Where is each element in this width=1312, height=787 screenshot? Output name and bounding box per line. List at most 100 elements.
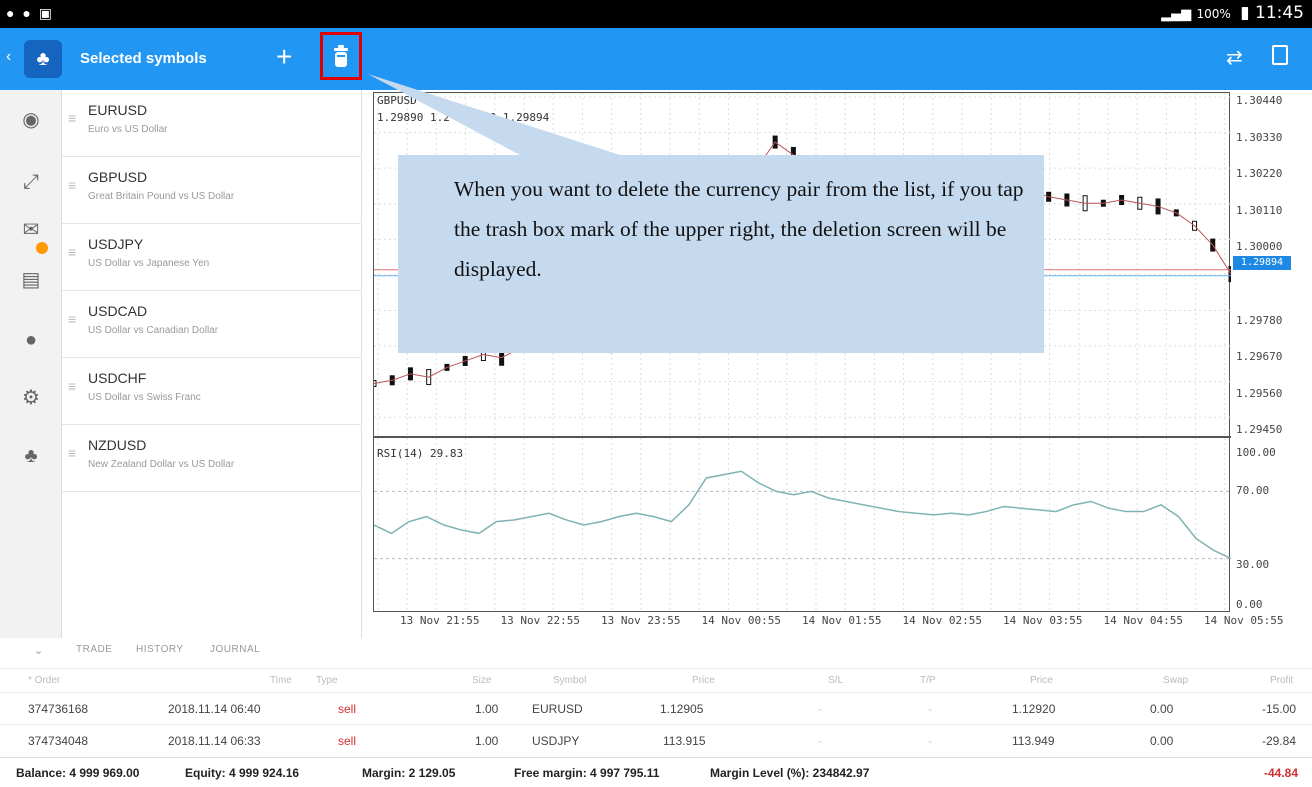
table-row[interactable]: 374736168 2018.11.14 06:40 sell 1.00 EUR… [0, 692, 1312, 724]
trade-table-header: * Order Time Type Size Symbol Price S/L … [0, 668, 1312, 690]
cell-type: sell [338, 702, 357, 716]
symbol-name: EURUSD [88, 102, 148, 118]
header-profit[interactable]: Profit [1270, 675, 1293, 686]
app-logo-icon[interactable]: ♣ [24, 40, 62, 78]
page-title: Selected symbols [80, 50, 207, 67]
cell-tp: - [928, 702, 932, 716]
status-left-icons: ● ● ▣ [6, 5, 54, 21]
total-profit: -44.84 [1263, 766, 1298, 780]
y-axis: 1.30440 1.30330 1.30220 1.30110 1.30000 1.297… [1232, 92, 1310, 612]
trash-icon [334, 45, 348, 67]
rsi-tick-label: 100.00 [1236, 446, 1276, 459]
y-tick-label: 1.29670 [1236, 350, 1283, 364]
rsi-label: RSI(14) 29.83 [377, 447, 464, 460]
symbol-description: New Zealand Dollar vs US Dollar [88, 459, 235, 470]
symbol-name: USDJPY [88, 236, 144, 252]
drag-handle-icon[interactable]: ≡ [68, 110, 76, 126]
tab-journal[interactable]: JOURNAL [210, 644, 260, 655]
x-tick-label: 14 Nov 00:55 [701, 614, 781, 627]
clock: 11:45 [1255, 3, 1304, 23]
symbol-description: Euro vs US Dollar [88, 124, 168, 135]
rsi-tick-label: 30.00 [1236, 558, 1270, 571]
y-tick-label: 1.30440 [1236, 94, 1283, 107]
list-item[interactable]: ≡ GBPUSD Great Britain Pound vs US Dolla… [62, 157, 362, 224]
add-symbol-button[interactable]: + [276, 41, 292, 73]
cell-sl: - [818, 734, 822, 748]
chart-settings-icon[interactable]: ⇄ [1226, 45, 1243, 70]
list-item[interactable]: ≡ EURUSD Euro vs US Dollar [62, 90, 362, 157]
drag-handle-icon[interactable]: ≡ [68, 244, 76, 260]
header-price[interactable]: Price [692, 675, 715, 686]
cell-current-price: 1.12920 [1012, 702, 1056, 716]
drag-handle-icon[interactable]: ≡ [68, 445, 76, 461]
rsi-tick-label: 0.00 [1236, 598, 1263, 611]
cell-profit: -15.00 [1262, 702, 1297, 716]
symbol-name: NZDUSD [88, 437, 147, 453]
tab-history[interactable]: HISTORY [136, 644, 184, 655]
callout-annotation: When you want to delete the currency pai… [398, 155, 1044, 353]
header-order[interactable]: * Order [28, 675, 60, 686]
chart-ohlc: 1.29890 1.2 ... 00 1.29894 [377, 111, 550, 124]
battery-icon: ▮ [1240, 3, 1250, 23]
drag-handle-icon[interactable]: ≡ [68, 311, 76, 327]
drag-handle-icon[interactable]: ≡ [68, 177, 76, 193]
settings-icon[interactable]: ⚙ [19, 386, 43, 410]
header-swap[interactable]: Swap [1163, 675, 1188, 686]
table-row[interactable]: 374734048 2018.11.14 06:33 sell 1.00 USD… [0, 724, 1312, 756]
header-type[interactable]: Type [316, 675, 338, 686]
header-current-price[interactable]: Price [1030, 675, 1053, 686]
tab-trade[interactable]: TRADE [76, 644, 112, 655]
header-size[interactable]: Size [472, 675, 491, 686]
symbol-name: USDCHF [88, 370, 147, 386]
chart-icon[interactable]: ⤢ [19, 170, 43, 194]
equity-value: Equity: 4 999 924.16 [185, 766, 300, 780]
battery-level: 100% [1196, 7, 1231, 21]
cell-swap: 0.00 [1150, 734, 1174, 748]
news-icon[interactable]: ▤ [19, 268, 43, 292]
balance-value: Balance: 4 999 969.00 [16, 766, 140, 780]
margin-value: Margin: 2 129.05 [362, 766, 456, 780]
x-tick-label: 14 Nov 03:55 [1003, 614, 1083, 627]
header-sl[interactable]: S/L [828, 675, 843, 686]
cell-profit: -29.84 [1262, 734, 1297, 748]
community-icon[interactable]: ♣ [19, 444, 43, 468]
cell-sl: - [818, 702, 822, 716]
header-tp[interactable]: T/P [920, 675, 936, 686]
symbol-description: Great Britain Pound vs US Dollar [88, 191, 235, 202]
signal-icon: ▂▄▆ [1161, 7, 1192, 22]
callout-text: When you want to delete the currency pai… [454, 177, 1024, 281]
free-margin-value: Free margin: 4 997 795.11 [514, 766, 660, 780]
status-right: ▂▄▆ 100% ▮ 11:45 [1161, 3, 1304, 23]
header-time[interactable]: Time [270, 675, 292, 686]
chat-icon[interactable]: ● [19, 328, 43, 352]
rsi-line [374, 470, 1231, 560]
y-tick-label: 1.30220 [1236, 167, 1283, 181]
cell-order: 374734048 [28, 734, 89, 748]
x-tick-label: 14 Nov 05:55 [1204, 614, 1284, 627]
delete-symbols-button[interactable] [320, 32, 362, 80]
x-tick-label: 14 Nov 04:55 [1103, 614, 1183, 627]
document-icon[interactable] [1272, 45, 1288, 65]
rsi-tick-label: 70.00 [1236, 484, 1270, 497]
list-item[interactable]: ≡ USDCAD US Dollar vs Canadian Dollar [62, 291, 362, 358]
x-axis: 13 Nov 21:55 13 Nov 22:55 13 Nov 23:55 14 N… [373, 614, 1312, 630]
header-symbol[interactable]: Symbol [553, 675, 586, 686]
chart-symbol: GBPUSD [377, 94, 417, 107]
notification-badge [36, 242, 48, 254]
y-tick-label: 1.30330 [1236, 130, 1283, 144]
y-tick-label: 1.30000 [1236, 240, 1283, 254]
cell-time: 2018.11.14 06:40 [168, 702, 261, 716]
collapse-chevron-icon[interactable]: ⌄ [34, 644, 43, 657]
list-item[interactable]: ≡ NZDUSD New Zealand Dollar vs US Dollar [62, 425, 362, 492]
trade-tabs: ⌄ TRADE HISTORY JOURNAL [0, 638, 1312, 666]
quotes-icon[interactable]: ◉ [19, 108, 43, 132]
mail-icon[interactable]: ✉ [19, 218, 43, 242]
list-item[interactable]: ≡ USDJPY US Dollar vs Japanese Yen [62, 224, 362, 291]
back-icon[interactable]: ‹ [6, 48, 11, 66]
list-item[interactable]: ≡ USDCHF US Dollar vs Swiss Franc [62, 358, 362, 425]
x-tick-label: 13 Nov 21:55 [400, 614, 480, 627]
x-tick-label: 13 Nov 22:55 [500, 614, 580, 627]
drag-handle-icon[interactable]: ≡ [68, 378, 76, 394]
status-bar: ● ● ▣ ▂▄▆ 100% ▮ 11:45 [0, 0, 1312, 28]
cell-symbol: USDJPY [532, 734, 580, 748]
